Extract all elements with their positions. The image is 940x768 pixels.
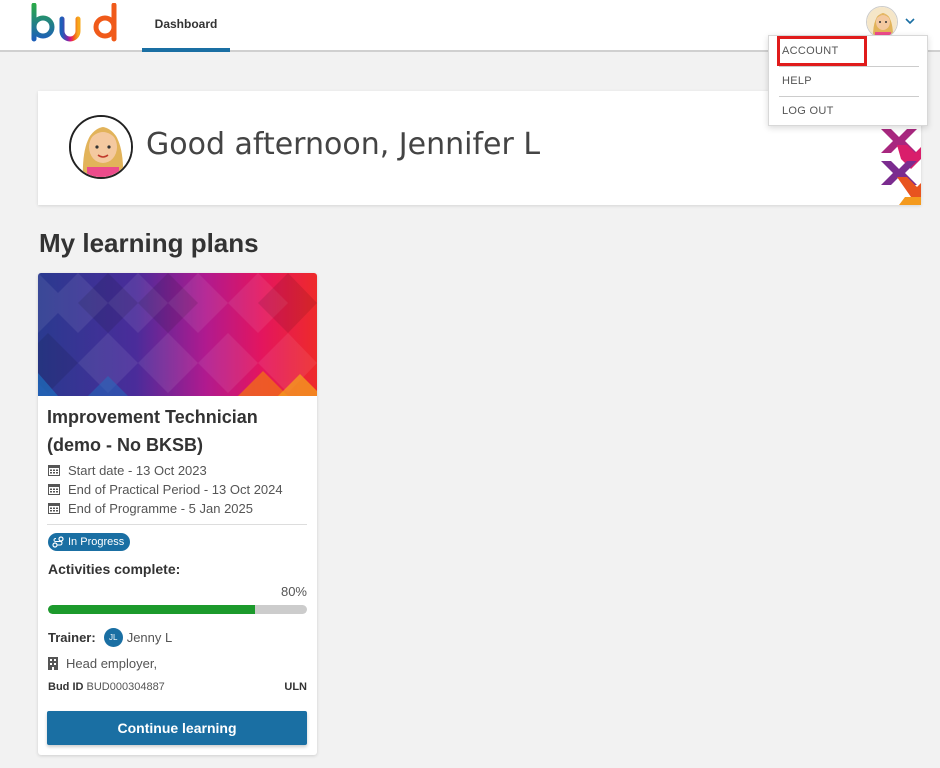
avatar [867, 7, 897, 37]
start-date-row: Start date - 13 Oct 2023 [48, 461, 207, 479]
end-practical-date: End of Practical Period - 13 Oct 2024 [68, 481, 283, 497]
menu-divider [779, 66, 919, 67]
bud-id: Bud ID BUD000304887 [48, 681, 165, 693]
building-icon [48, 656, 58, 670]
divider [47, 524, 307, 525]
user-avatar-button[interactable] [866, 6, 898, 38]
chevron-down-icon[interactable] [903, 14, 917, 28]
learning-plan-card: Improvement Technician (demo - No BKSB) … [38, 273, 317, 755]
employer-row: Head employer, [48, 654, 157, 672]
start-date: Start date - 13 Oct 2023 [68, 462, 207, 478]
calendar-icon [48, 503, 60, 514]
avatar [69, 115, 133, 179]
end-programme-date: End of Programme - 5 Jan 2025 [68, 500, 253, 516]
uln-label: ULN [284, 681, 307, 693]
plan-banner-image [38, 273, 317, 396]
status-badge: In Progress [48, 533, 131, 551]
status-text: In Progress [68, 536, 125, 548]
plan-title[interactable]: Improvement Technician (demo - No BKSB) [47, 403, 309, 459]
progress-fill [48, 605, 256, 614]
menu-item-logout[interactable]: LOG OUT [779, 98, 919, 124]
employer-name: Head employer, [66, 655, 158, 671]
tab-dashboard[interactable]: Dashboard [142, 0, 230, 52]
trainer-avatar: JL [103, 627, 123, 647]
section-title: My learning plans [39, 228, 259, 258]
end-programme-row: End of Programme - 5 Jan 2025 [48, 499, 253, 517]
route-icon [52, 536, 64, 548]
continue-learning-button[interactable]: Continue learning [47, 711, 307, 745]
activities-progress-bar [48, 605, 307, 614]
menu-item-help[interactable]: HELP [779, 68, 919, 94]
bud-id-value: BUD000304887 [86, 681, 165, 693]
user-menu-dropdown: ACCOUNT HELP LOG OUT [768, 35, 928, 126]
calendar-icon [48, 465, 60, 476]
decorative-pattern [881, 129, 921, 205]
end-practical-row: End of Practical Period - 13 Oct 2024 [48, 480, 283, 498]
calendar-icon [48, 484, 60, 495]
bud-logo[interactable] [30, 3, 120, 45]
bud-id-label: Bud ID [48, 681, 84, 693]
trainer-label: Trainer: [48, 629, 96, 645]
trainer-name: Jenny L [126, 629, 173, 645]
menu-divider [779, 96, 919, 97]
menu-item-account[interactable]: ACCOUNT [777, 36, 867, 66]
activities-label: Activities complete: [48, 561, 181, 577]
activities-percent: 80% [280, 584, 307, 599]
trainer-row: Trainer: JL Jenny L [48, 627, 172, 647]
greeting-text: Good afternoon, Jennifer L [146, 127, 541, 162]
